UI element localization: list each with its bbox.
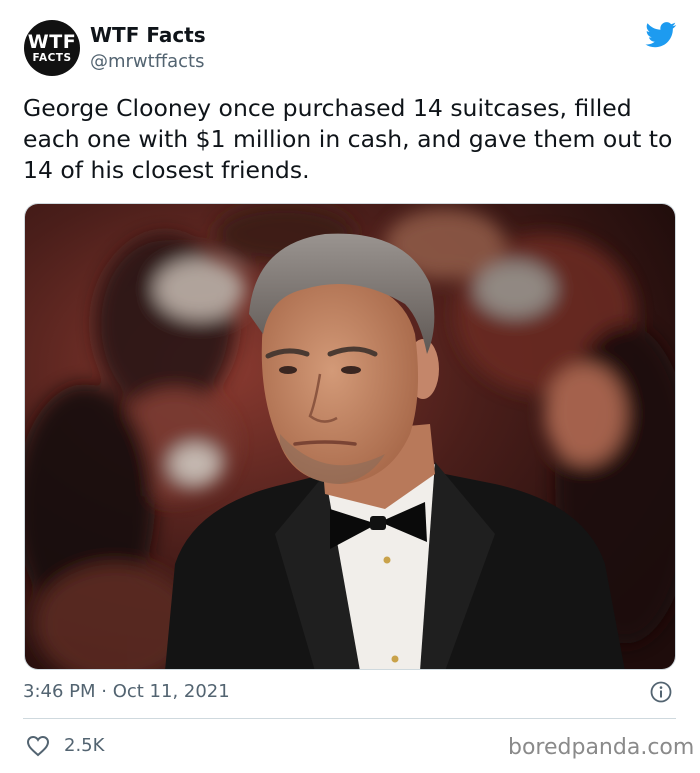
twitter-bird-icon[interactable] [645,22,677,48]
divider [23,718,676,719]
account-handle[interactable]: @mrwtffacts [90,51,204,72]
avatar[interactable]: WTF FACTS [24,20,80,76]
tweet-text: George Clooney once purchased 14 suitcas… [23,94,673,184]
info-icon[interactable] [650,681,672,703]
account-name[interactable]: WTF Facts [90,23,206,47]
tweet-timestamp[interactable]: 3:46 PM · Oct 11, 2021 [23,681,230,702]
tweet-photo[interactable] [24,203,676,670]
like-count[interactable]: 2.5K [64,735,104,756]
tweet-photo-art [25,204,675,669]
avatar-text-wtf: WTF [27,30,77,53]
heart-icon[interactable] [26,735,50,757]
avatar-text-facts: FACTS [32,51,72,64]
source-watermark: boredpanda.com [508,735,695,760]
tweet-card: WTF FACTS WTF Facts @mrwtffacts George C… [0,0,700,773]
